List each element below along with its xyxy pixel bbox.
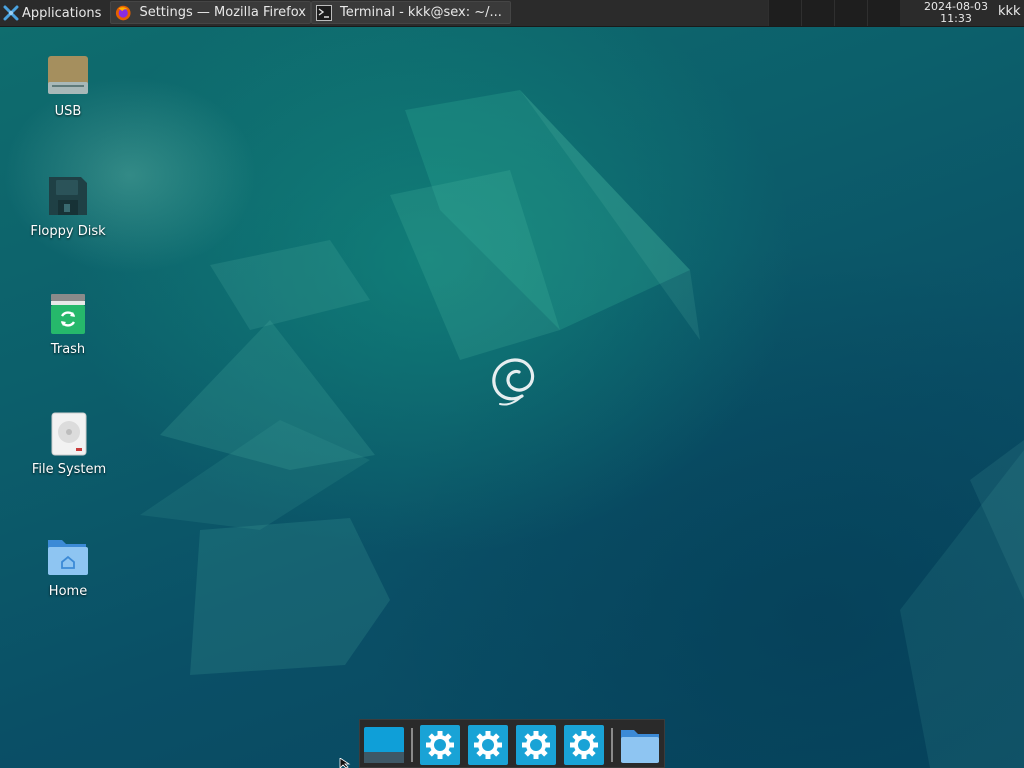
taskbar-button-terminal[interactable]: Terminal - kkk@sex: ~/... — [311, 1, 511, 24]
desktop-icon-label: Trash — [50, 342, 86, 357]
dock-file-manager-button[interactable] — [619, 724, 661, 766]
desktop-icon-label: File System — [31, 462, 107, 477]
workspace-2[interactable] — [801, 0, 834, 26]
desktop-icon-usb[interactable]: USB — [8, 54, 128, 119]
mouse-cursor-icon — [339, 758, 351, 768]
debian-logo-icon — [492, 358, 535, 406]
settings-gear-icon — [468, 725, 508, 765]
desktop-icon-label: Home — [48, 584, 88, 599]
dock-settings-button-3[interactable] — [515, 724, 557, 766]
dock-separator — [611, 728, 613, 762]
top-panel: Applications ⋮ Settings — Mozilla Firefo… — [0, 0, 1024, 27]
workspace-1[interactable] — [768, 0, 801, 26]
taskbar-button-label: Settings — Mozilla Firefox — [139, 5, 306, 20]
workspace-3[interactable] — [834, 0, 867, 26]
terminal-icon — [316, 4, 332, 21]
firefox-icon — [115, 5, 131, 20]
applications-label: Applications — [22, 5, 102, 21]
settings-gear-icon — [516, 725, 556, 765]
panel-clock[interactable]: 2024-08-03 11:33 — [917, 1, 995, 25]
floppy-disk-icon — [49, 177, 87, 215]
dock-settings-button-1[interactable] — [419, 724, 461, 766]
xfce-logo-icon — [3, 5, 19, 21]
desktop-icon-home[interactable]: Home — [8, 534, 128, 599]
dock-show-desktop-button[interactable] — [363, 724, 405, 766]
dock-settings-button-2[interactable] — [467, 724, 509, 766]
show-desktop-icon — [364, 727, 404, 763]
dock-separator — [411, 728, 413, 762]
settings-gear-icon — [564, 725, 604, 765]
folder-icon — [621, 730, 659, 763]
desktop-icon-file-system[interactable]: File System — [9, 412, 129, 477]
file-system-icon — [51, 412, 87, 456]
taskbar-button-label: Terminal - kkk@sex: ~/... — [340, 5, 502, 20]
dock-settings-button-4[interactable] — [563, 724, 605, 766]
applications-menu-button[interactable]: Applications ⋮ — [0, 0, 117, 26]
settings-gear-icon — [420, 725, 460, 765]
trash-icon — [51, 294, 85, 334]
user-menu[interactable]: kkk — [998, 4, 1021, 19]
home-folder-icon — [48, 540, 88, 575]
desktop-icon-floppy-disk[interactable]: Floppy Disk — [8, 174, 128, 239]
desktop-icon-trash[interactable]: Trash — [8, 292, 128, 357]
desktop-icon-label: USB — [54, 104, 82, 119]
workspace-4[interactable] — [867, 0, 900, 26]
taskbar-button-firefox[interactable]: Settings — Mozilla Firefox — [110, 1, 311, 24]
desktop-icon-label: Floppy Disk — [30, 224, 106, 239]
usb-drive-icon — [48, 56, 88, 94]
dock-panel — [359, 719, 665, 768]
clock-time: 11:33 — [940, 12, 972, 25]
